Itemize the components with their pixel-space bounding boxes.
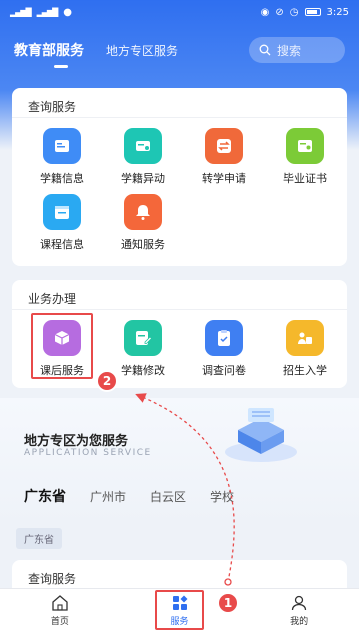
- tab-label: 首页: [50, 617, 69, 627]
- id-card-icon: [43, 128, 81, 164]
- status-bar: ▂▄▆█ ▂▄▆█ ● ◉ ⊘ ◷ 3:25: [0, 0, 359, 24]
- app-service-subtitle: APPLICATION SERVICE: [24, 448, 152, 458]
- step-badge-2: 2: [96, 370, 118, 392]
- tab-ministry-label: 教育部服务: [14, 43, 84, 59]
- tab-label: 我的: [290, 617, 309, 627]
- enrollment-icon: [286, 320, 324, 356]
- app-service-title: 地方专区为您服务: [24, 434, 129, 449]
- bell-icon: [124, 194, 162, 230]
- user-icon: [292, 595, 307, 611]
- region-tabs: 广东省 广州市 白云区 学校: [0, 474, 359, 518]
- clipboard-check-icon: [205, 320, 243, 356]
- search-placeholder: 搜索: [277, 43, 302, 58]
- transfer-icon: [205, 128, 243, 164]
- certificate-icon: [286, 128, 324, 164]
- service-label: 调查问卷: [202, 364, 246, 377]
- service-label: 通知服务: [121, 238, 165, 251]
- region-tab-district[interactable]: 白云区: [150, 488, 186, 505]
- lower-section-title: 查询服务: [28, 572, 77, 586]
- region-tab-school[interactable]: 学校: [210, 488, 234, 505]
- signal-icon-2: ▂▄▆█: [36, 7, 59, 17]
- tab-ministry-services[interactable]: 教育部服务: [14, 40, 84, 68]
- province-chip: 广东省: [16, 528, 62, 549]
- wechat-icon: ●: [63, 6, 72, 18]
- region-tab-city[interactable]: 广州市: [90, 488, 126, 505]
- service-graduation-certificate[interactable]: 毕业证书: [265, 128, 345, 186]
- highlight-after-school: [31, 313, 93, 379]
- battery-icon: [304, 8, 321, 16]
- region-tab-province[interactable]: 广东省: [24, 486, 66, 506]
- search-icon: [259, 44, 271, 56]
- service-label: 学籍信息: [40, 172, 84, 185]
- mute-icon: ⊘: [275, 6, 284, 18]
- service-survey[interactable]: 调查问卷: [184, 320, 264, 378]
- service-label: 学籍修改: [121, 364, 165, 377]
- service-enrollment[interactable]: 招生入学: [265, 320, 345, 378]
- tab-local-services[interactable]: 地方专区服务: [106, 42, 178, 59]
- home-icon: [52, 595, 68, 611]
- search-input[interactable]: 搜索: [249, 37, 345, 63]
- section-title: 业务办理: [12, 280, 347, 310]
- service-label: 毕业证书: [283, 172, 327, 185]
- eye-icon: ◉: [260, 6, 270, 18]
- tab-home[interactable]: 首页: [0, 589, 120, 632]
- alarm-icon: ◷: [289, 6, 299, 18]
- edit-icon: [124, 320, 162, 356]
- service-record-edit[interactable]: 学籍修改: [103, 320, 183, 378]
- step-badge-1: 1: [217, 592, 239, 614]
- active-tab-indicator: [54, 65, 68, 68]
- clock-time: 3:25: [326, 6, 349, 18]
- service-course-info[interactable]: 课程信息: [22, 194, 102, 252]
- service-label: 招生入学: [283, 364, 327, 377]
- section-title: 查询服务: [12, 88, 347, 118]
- service-record-change[interactable]: 学籍异动: [103, 128, 183, 186]
- signal-indicators: ▂▄▆█ ▂▄▆█ ●: [10, 7, 72, 18]
- service-label: 课程信息: [40, 238, 84, 251]
- exchange-card-icon: [124, 128, 162, 164]
- service-notifications[interactable]: 通知服务: [103, 194, 183, 252]
- calendar-icon: [43, 194, 81, 230]
- service-student-records[interactable]: 学籍信息: [22, 128, 102, 186]
- service-transfer-application[interactable]: 转学申请: [184, 128, 264, 186]
- server-illustration: [225, 408, 297, 462]
- query-services-card: 查询服务 学籍信息 学籍异动 转学申请 毕业证书 课程信息 通知服务: [12, 88, 347, 266]
- top-nav: 教育部服务 地方专区服务 搜索: [0, 32, 359, 68]
- service-label: 学籍异动: [121, 172, 165, 185]
- tab-mine[interactable]: 我的: [239, 589, 359, 632]
- signal-icon: ▂▄▆█: [10, 7, 32, 17]
- service-label: 转学申请: [202, 172, 246, 185]
- highlight-services-tab: [155, 590, 204, 630]
